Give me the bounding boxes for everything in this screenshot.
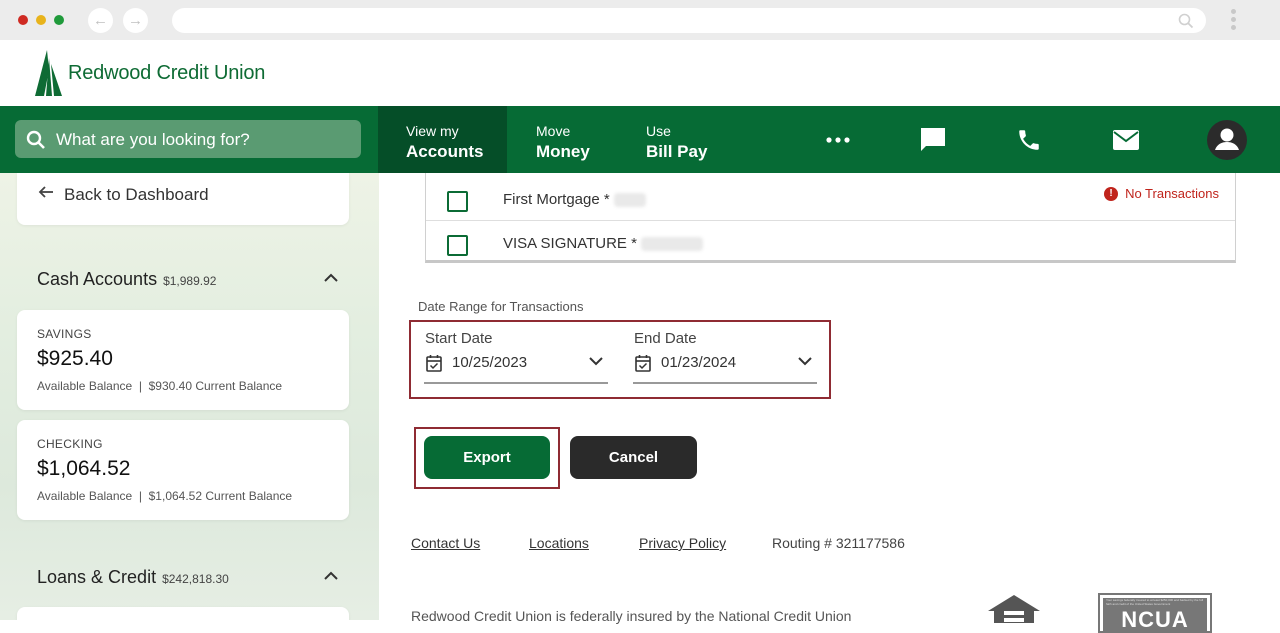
start-date-label: Start Date: [425, 330, 493, 347]
tab-view-accounts[interactable]: View my Accounts: [378, 106, 507, 173]
no-transactions-status: ! No Transactions: [1104, 186, 1219, 201]
window-maximize-dot[interactable]: [54, 15, 64, 25]
error-icon: !: [1104, 186, 1119, 201]
loans-credit-title: Loans & Credit: [37, 567, 157, 587]
start-date-field[interactable]: Start Date 10/25/2023: [424, 330, 608, 384]
address-search-icon: [1178, 13, 1194, 29]
end-date-value: 01/23/2024: [661, 354, 737, 371]
tab-small-label: Use: [646, 123, 671, 139]
account-name: First Mortgage *: [503, 191, 610, 208]
tab-big-label: Money: [536, 142, 590, 161]
account-checkbox[interactable]: [447, 191, 468, 212]
ncua-wordmark: NCUA: [1121, 607, 1189, 632]
main-navigation: What are you looking for? View my Accoun…: [0, 106, 1280, 173]
masked-account-number: [640, 237, 703, 252]
calendar-icon: [635, 355, 651, 372]
end-date-field[interactable]: End Date 01/23/2024: [633, 330, 817, 384]
sidebar: Back to Dashboard Cash Accounts $1,989.92…: [0, 173, 379, 620]
arrow-left-icon: [38, 186, 53, 198]
start-date-value: 10/25/2023: [452, 354, 528, 371]
profile-icon[interactable]: [1205, 106, 1249, 173]
browser-chrome: ← →: [0, 0, 1280, 40]
cancel-button[interactable]: Cancel: [570, 436, 697, 479]
window-close-dot[interactable]: [18, 15, 28, 25]
export-button[interactable]: Export: [424, 436, 550, 479]
browser-forward-icon[interactable]: →: [123, 8, 148, 33]
chat-icon[interactable]: [913, 106, 953, 173]
account-checkbox[interactable]: [447, 235, 468, 256]
date-range-label: Date Range for Transactions: [418, 299, 584, 314]
account-type: CHECKING: [37, 437, 103, 451]
account-type: SAVINGS: [37, 327, 92, 341]
chevron-up-icon[interactable]: [323, 273, 339, 283]
back-to-dashboard-button[interactable]: Back to Dashboard: [17, 173, 349, 225]
browser-menu-icon[interactable]: [1231, 9, 1237, 33]
account-name-wrap: First Mortgage *: [503, 191, 646, 208]
account-name: VISA SIGNATURE *: [503, 235, 637, 252]
chevron-up-icon[interactable]: [323, 571, 339, 581]
contact-us-link[interactable]: Contact Us: [411, 535, 480, 551]
browser-back-icon[interactable]: ←: [88, 8, 113, 33]
address-bar[interactable]: [172, 8, 1206, 33]
redwood-logo-icon[interactable]: [35, 50, 63, 96]
search-placeholder: What are you looking for?: [56, 130, 250, 149]
loan-account-card[interactable]: [17, 607, 349, 620]
list-item: First Mortgage * ! No Transactions: [426, 177, 1235, 221]
date-range-highlight: Start Date 10/25/2023 End Date 01/23/202…: [409, 320, 831, 399]
tab-big-label: Accounts: [406, 142, 484, 161]
ncua-logo: Your savings federally insured to at lea…: [1098, 593, 1212, 633]
mail-icon[interactable]: [1106, 106, 1146, 173]
phone-icon[interactable]: [1009, 106, 1049, 173]
privacy-policy-link[interactable]: Privacy Policy: [639, 535, 726, 551]
loans-credit-header[interactable]: Loans & Credit $242,818.30: [37, 567, 229, 588]
list-item: VISA SIGNATURE *: [426, 221, 1235, 265]
tab-bill-pay[interactable]: Use Bill Pay: [617, 106, 727, 173]
chevron-down-icon[interactable]: [588, 356, 604, 366]
end-date-label: End Date: [634, 330, 697, 347]
account-balance-detail: Available Balance | $1,064.52 Current Ba…: [37, 489, 293, 503]
tab-small-label: Move: [536, 123, 571, 139]
cash-accounts-title: Cash Accounts: [37, 269, 158, 289]
brand-name[interactable]: Redwood Credit Union: [68, 62, 265, 85]
tab-big-label: Bill Pay: [646, 142, 708, 161]
account-balance: $1,064.52: [37, 457, 131, 480]
more-icon[interactable]: [818, 106, 858, 173]
routing-number: Routing # 321177586: [772, 535, 905, 551]
masked-account-number: [613, 193, 646, 208]
savings-account-card[interactable]: SAVINGS $925.40 Available Balance | $930…: [17, 310, 349, 410]
loans-credit-total: $242,818.30: [162, 572, 229, 586]
tab-move-money[interactable]: Move Money: [507, 106, 617, 173]
insurance-disclosure: Redwood Credit Union is federally insure…: [411, 608, 852, 624]
search-input[interactable]: What are you looking for?: [15, 120, 361, 158]
search-icon: [26, 130, 45, 149]
cash-accounts-total: $1,989.92: [163, 274, 217, 288]
no-transactions-label: No Transactions: [1125, 186, 1219, 201]
tab-small-label: View my: [406, 123, 459, 139]
calendar-icon: [426, 355, 442, 372]
account-name-wrap: VISA SIGNATURE *: [503, 235, 703, 252]
chevron-down-icon[interactable]: [797, 356, 813, 366]
logo-header: Redwood Credit Union: [0, 40, 1280, 106]
back-to-dashboard-label: Back to Dashboard: [64, 185, 209, 204]
cash-accounts-header[interactable]: Cash Accounts $1,989.92: [37, 269, 216, 290]
account-balance: $925.40: [37, 347, 113, 370]
export-account-list: First Mortgage * ! No Transactions VISA S…: [425, 173, 1236, 263]
account-balance-detail: Available Balance | $930.40 Current Bala…: [37, 379, 283, 393]
equal-housing-icon: [988, 595, 1040, 623]
locations-link[interactable]: Locations: [529, 535, 589, 551]
window-minimize-dot[interactable]: [36, 15, 46, 25]
checking-account-card[interactable]: CHECKING $1,064.52 Available Balance | $…: [17, 420, 349, 520]
ncua-fine-print: Your savings federally insured to at lea…: [1106, 598, 1204, 606]
